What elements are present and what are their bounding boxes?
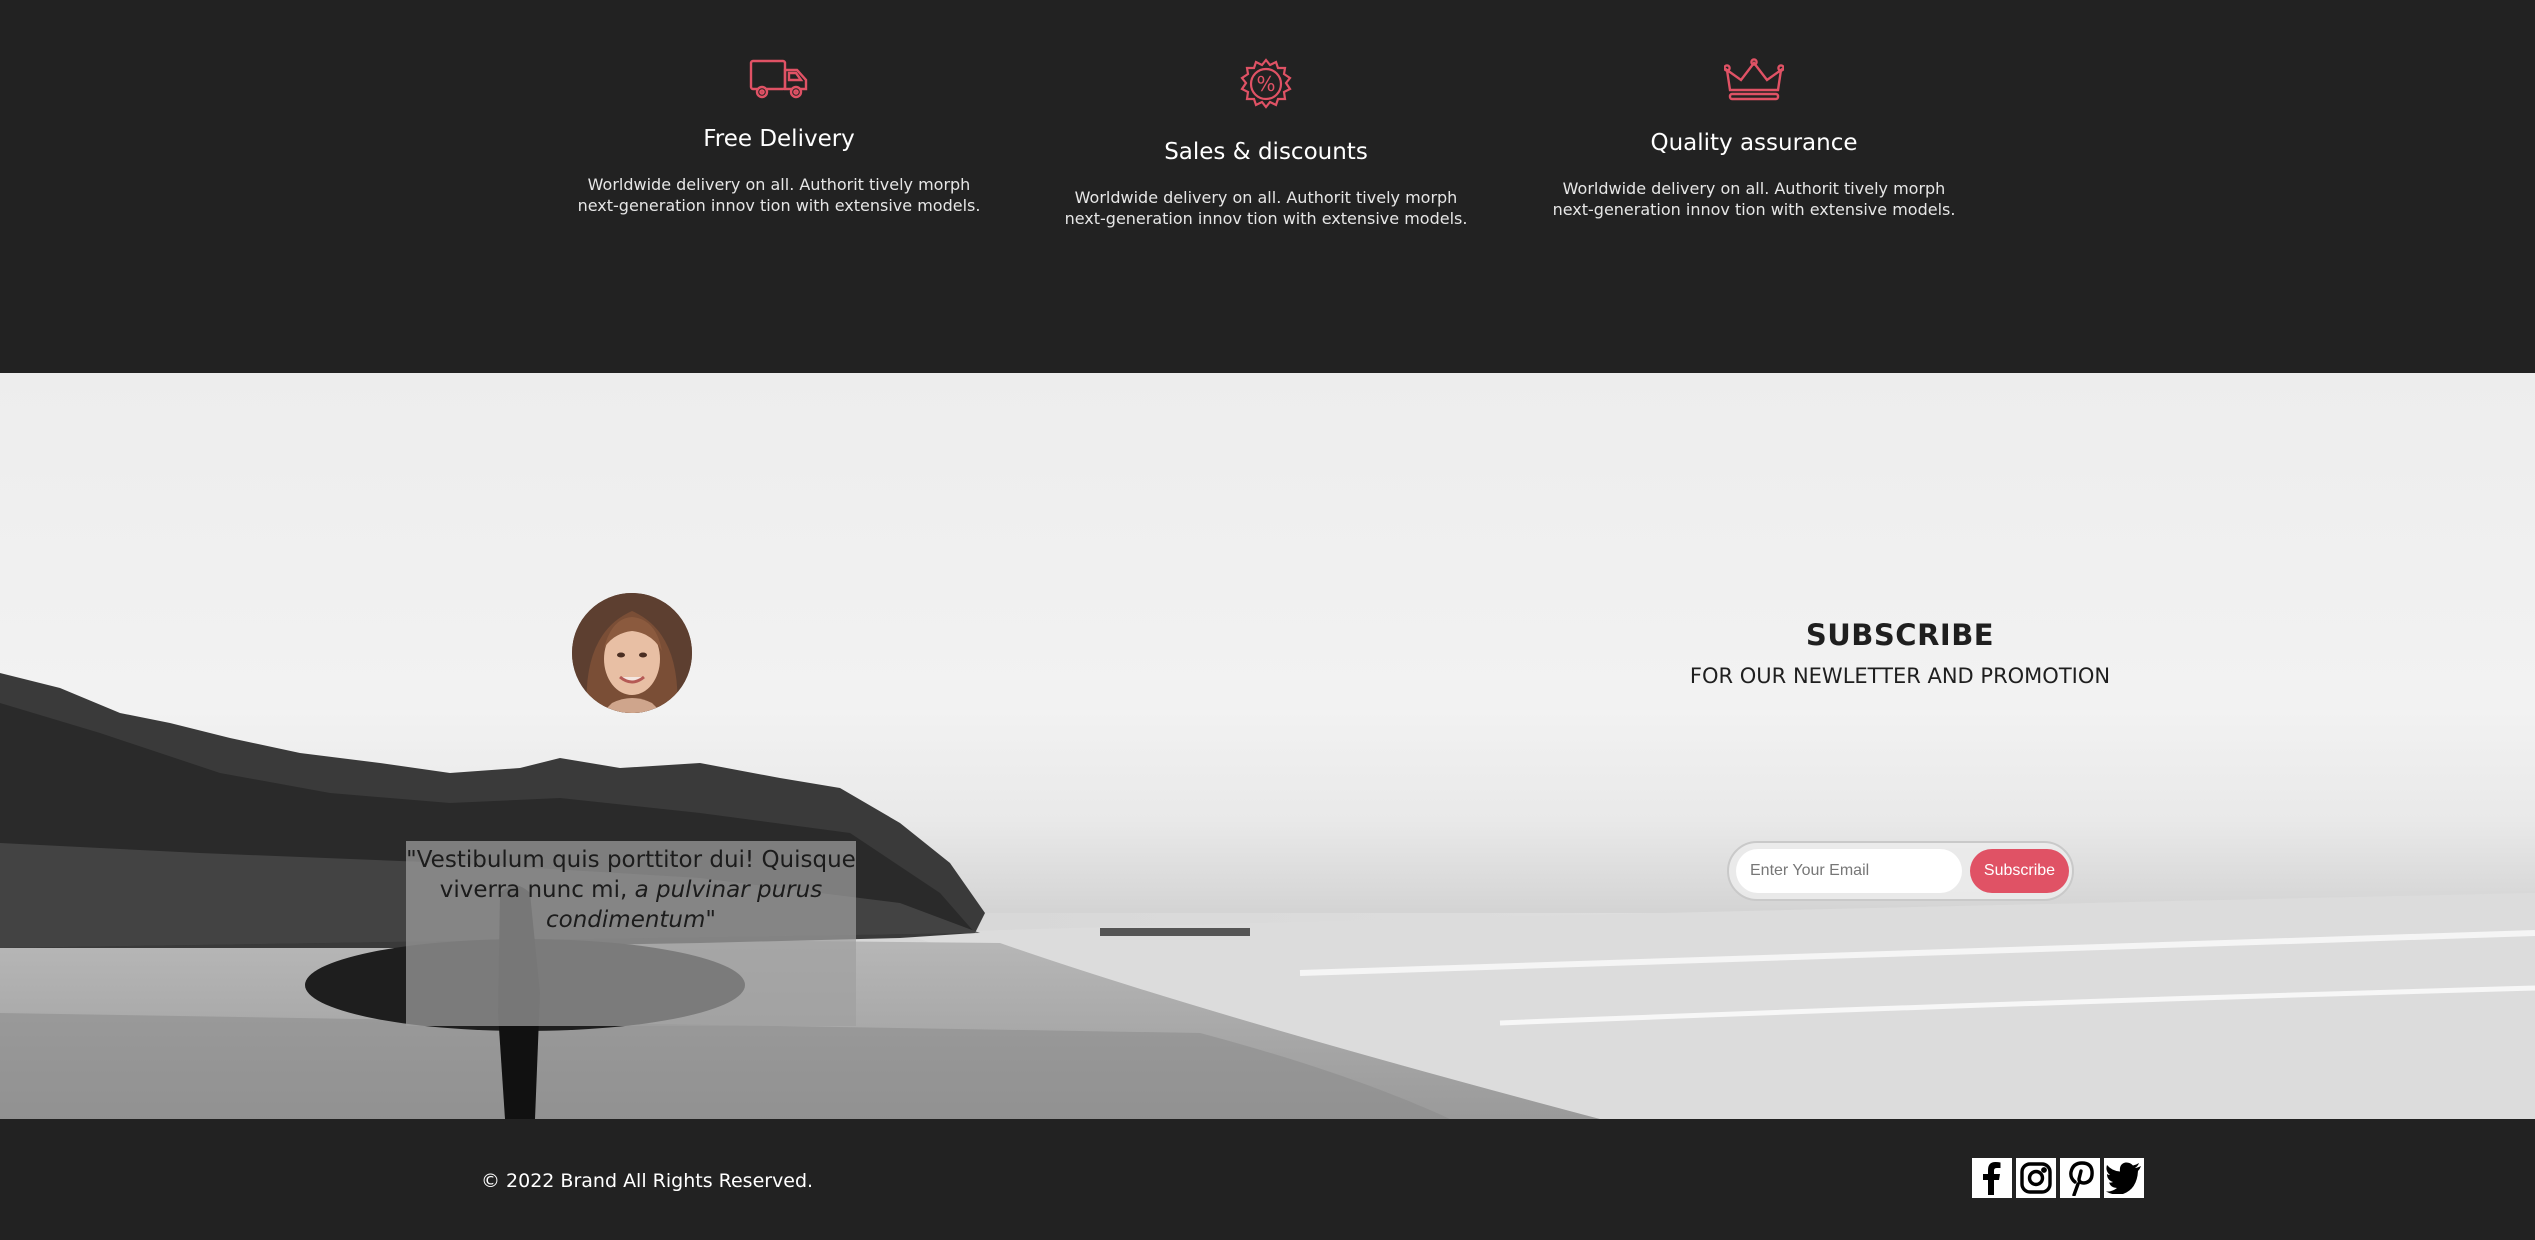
- feature-title: Quality assurance: [1650, 130, 1858, 156]
- testimonial-quote: "Vestibulum quis porttitor dui! Quisque …: [406, 845, 856, 935]
- instagram-icon[interactable]: [2016, 1158, 2056, 1198]
- avatar-photo: [572, 593, 692, 713]
- feature-description: Worldwide delivery on all. Authorit tive…: [1552, 179, 1956, 219]
- email-input[interactable]: [1736, 849, 1962, 893]
- subscribe-block: SUBSCRIBE FOR OUR NEWLETTER AND PROMOTIO…: [1600, 618, 2200, 688]
- feature-quality-assurance: Quality assurance Worldwide delivery on …: [1544, 58, 1964, 220]
- feature-description: Worldwide delivery on all. Authorit tive…: [1064, 188, 1468, 228]
- feature-title: Free Delivery: [703, 126, 855, 152]
- facebook-icon[interactable]: [1972, 1158, 2012, 1198]
- subscribe-button[interactable]: Subscribe: [1970, 849, 2069, 893]
- feature-sales-discounts: % Sales & discounts Worldwide delivery o…: [1056, 58, 1476, 229]
- beach-background-image: [0, 673, 2535, 1119]
- testimonial-quote-box: "Vestibulum quis porttitor dui! Quisque …: [406, 841, 856, 1026]
- features-section: Free Delivery Worldwide delivery on all.…: [0, 0, 2535, 373]
- crown-icon: [1724, 58, 1784, 101]
- testimonial-avatar: [572, 593, 692, 713]
- social-links: [1972, 1158, 2144, 1198]
- copyright-text: © 2022 Brand All Rights Reserved.: [481, 1170, 814, 1192]
- testimonial-subscribe-section: "Vestibulum quis porttitor dui! Quisque …: [0, 373, 2535, 1119]
- pinterest-icon[interactable]: [2060, 1158, 2100, 1198]
- subscribe-title: SUBSCRIBE: [1805, 618, 1995, 652]
- subscribe-subtitle: FOR OUR NEWLETTER AND PROMOTION: [1689, 664, 2111, 688]
- feature-description: Worldwide delivery on all. Authorit tive…: [577, 175, 981, 215]
- delivery-truck-icon: [749, 59, 808, 99]
- twitter-icon[interactable]: [2104, 1158, 2144, 1198]
- svg-text:%: %: [1256, 72, 1275, 96]
- feature-free-delivery: Free Delivery Worldwide delivery on all.…: [569, 58, 989, 216]
- feature-title: Sales & discounts: [1164, 139, 1368, 165]
- subscribe-form: Subscribe: [1727, 841, 2074, 901]
- percent-badge-icon: %: [1240, 58, 1292, 109]
- footer: © 2022 Brand All Rights Reserved.: [0, 1119, 2535, 1240]
